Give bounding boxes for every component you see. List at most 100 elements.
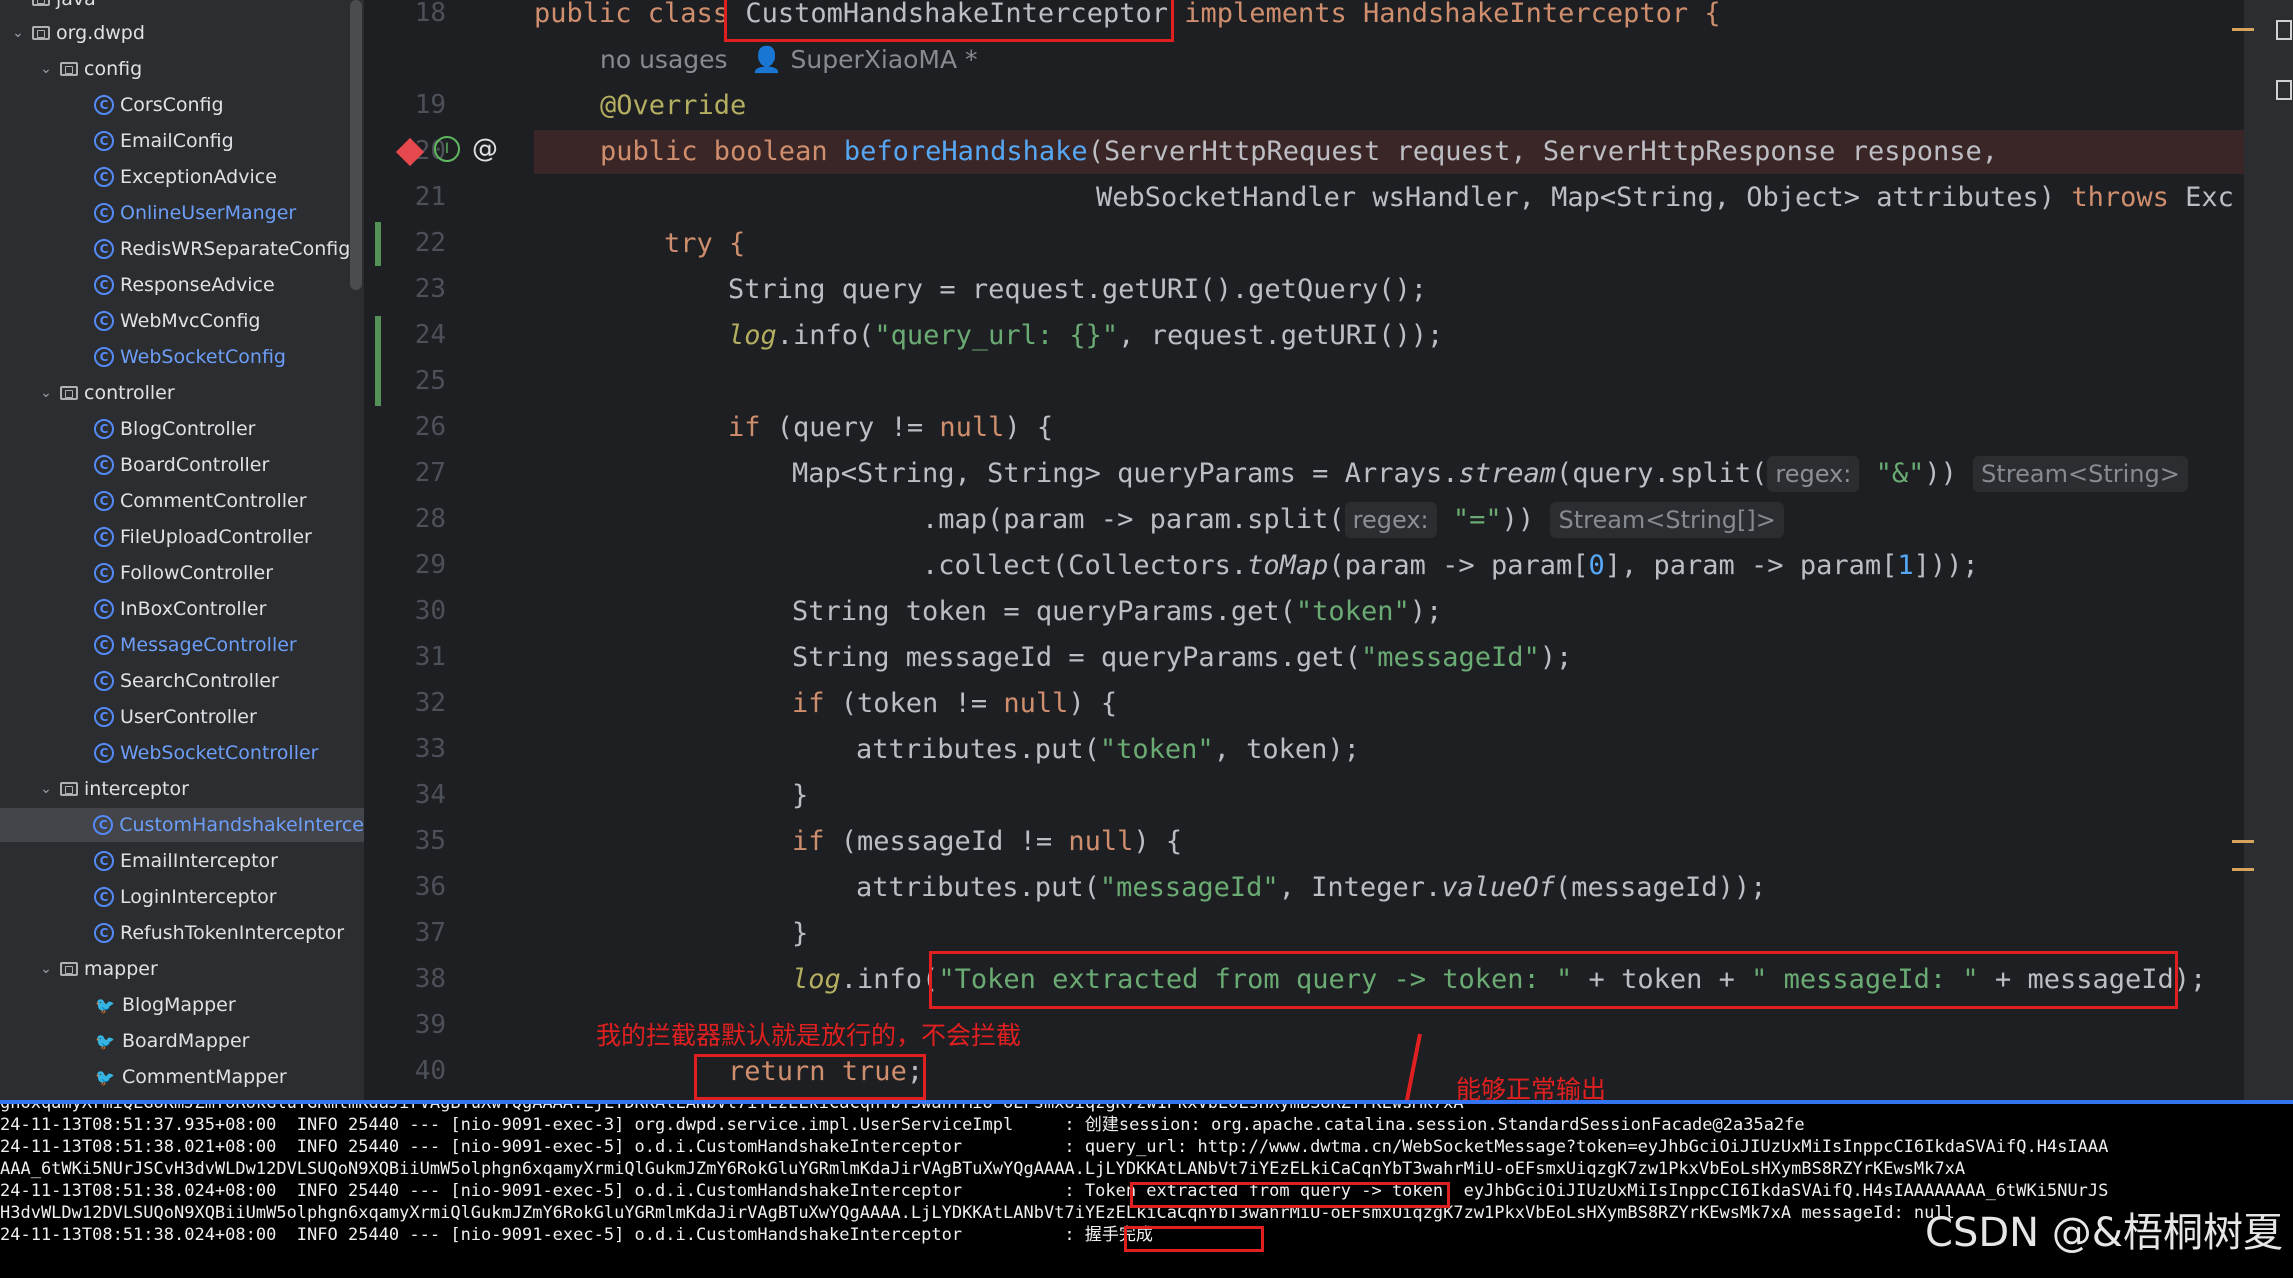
- class-icon: C: [94, 95, 114, 115]
- tree-item[interactable]: C InBoxController: [0, 592, 364, 626]
- tree-item[interactable]: C WebSocketController: [0, 736, 364, 770]
- line-number[interactable]: 23: [384, 274, 446, 304]
- tree-item[interactable]: C CorsConfig: [0, 88, 364, 122]
- tree-item[interactable]: C BoardController: [0, 448, 364, 482]
- watermark: CSDN @&梧桐树夏: [1925, 1210, 2283, 1256]
- tree-item[interactable]: ⌄ config: [0, 52, 364, 86]
- tree-item[interactable]: C WebSocketConfig: [0, 340, 364, 374]
- tree-item-label: controller: [84, 382, 175, 404]
- tree-item[interactable]: C CustomHandshakeInterce: [0, 808, 364, 842]
- chevron-down-icon[interactable]: ⌄: [38, 61, 54, 77]
- code-line-31: String messageId = queryParams.get("mess…: [792, 636, 1572, 680]
- tree-item-label: InBoxController: [120, 598, 267, 620]
- tree-item[interactable]: C WebMvcConfig: [0, 304, 364, 338]
- tree-item-label: EmailInterceptor: [120, 850, 278, 872]
- code-line-19: @Override: [600, 90, 747, 121]
- chevron-down-icon[interactable]: ⌄: [10, 25, 26, 41]
- console-line: gnoxqamyXrmiQLGUKmJZmYoRokGluYGRmlmKdaJi…: [0, 1100, 1464, 1113]
- chevron-down-icon[interactable]: ⌄: [38, 781, 54, 797]
- line-number[interactable]: 21: [384, 182, 446, 212]
- tree-item[interactable]: C EmailConfig: [0, 124, 364, 158]
- chevron-down-icon[interactable]: ⌄: [38, 961, 54, 977]
- tree-item[interactable]: 🐦 CommentMapper: [0, 1060, 364, 1094]
- implements-icon[interactable]: I: [434, 136, 460, 162]
- error-stripe-mark[interactable]: [2232, 28, 2254, 31]
- tree-item[interactable]: C BlogController: [0, 412, 364, 446]
- class-icon: C: [94, 311, 114, 331]
- code-vision-meta[interactable]: no usages 👤 SuperXiaoMA *: [600, 38, 978, 82]
- line-number[interactable]: 39: [384, 1010, 446, 1040]
- tree-item[interactable]: ⌄ interceptor: [0, 772, 364, 806]
- keyword: public class: [534, 0, 746, 29]
- line-number[interactable]: 32: [384, 688, 446, 718]
- tree-item[interactable]: C CommentController: [0, 484, 364, 518]
- code-text: , token);: [1213, 734, 1360, 765]
- tree-item[interactable]: ⌄ controller: [0, 376, 364, 410]
- line-number[interactable]: 26: [384, 412, 446, 442]
- code-text: .info(: [840, 964, 939, 995]
- class-icon: C: [93, 815, 114, 835]
- tree-item[interactable]: 🐦 BoardMapper: [0, 1024, 364, 1058]
- tree-item-label: BoardMapper: [122, 1030, 250, 1052]
- tree-item[interactable]: C SearchController: [0, 664, 364, 698]
- code-text: attributes.put(: [856, 734, 1100, 765]
- class-icon: C: [94, 851, 114, 871]
- code-text: attributes.put(: [856, 872, 1100, 903]
- tree-item[interactable]: ⌄ mapper: [0, 952, 364, 986]
- line-number[interactable]: 33: [384, 734, 446, 764]
- keyword: null: [1068, 826, 1134, 857]
- line-number[interactable]: 30: [384, 596, 446, 626]
- author-hint[interactable]: SuperXiaoMA *: [791, 45, 978, 74]
- chevron-down-icon[interactable]: ⌄: [38, 385, 54, 401]
- tree-item[interactable]: C RedisWRSeparateConfig: [0, 232, 364, 266]
- line-number[interactable]: 27: [384, 458, 446, 488]
- code-text: ) {: [1068, 688, 1118, 719]
- method-name: beforeHandshake: [843, 136, 1088, 167]
- tree-item[interactable]: C FileUploadController: [0, 520, 364, 554]
- line-number[interactable]: 18: [384, 0, 446, 28]
- tree-item[interactable]: C RefushTokenInterceptor: [0, 916, 364, 950]
- tree-item[interactable]: C FollowController: [0, 556, 364, 590]
- tree-item-label: WebSocketConfig: [120, 346, 286, 368]
- code-text: );: [1409, 596, 1443, 627]
- code-editor[interactable]: public class CustomHandshakeInterceptor …: [534, 0, 2234, 1100]
- string-literal: "=": [1452, 504, 1502, 535]
- usages-hint[interactable]: no usages: [600, 45, 728, 74]
- tree-item[interactable]: C UserController: [0, 700, 364, 734]
- line-number[interactable]: 28: [384, 504, 446, 534]
- notifications-icon[interactable]: [2276, 80, 2292, 100]
- error-stripe-mark[interactable]: [2232, 868, 2254, 871]
- package-icon: [32, 26, 50, 40]
- line-number[interactable]: 24: [384, 320, 446, 350]
- code-text: ) {: [1133, 826, 1183, 857]
- tree-item[interactable]: ⌄ org.dwpd: [0, 16, 364, 50]
- line-number[interactable]: 34: [384, 780, 446, 810]
- tree-item[interactable]: C LoginInterceptor: [0, 880, 364, 914]
- implements-clause: implements HandshakeInterceptor {: [1167, 0, 1721, 29]
- keyword: if: [728, 412, 761, 443]
- tree-item[interactable]: 🐦 BlogMapper: [0, 988, 364, 1022]
- line-number[interactable]: 19: [384, 90, 446, 120]
- line-number[interactable]: 35: [384, 826, 446, 856]
- line-number[interactable]: 38: [384, 964, 446, 994]
- line-number[interactable]: 22: [384, 228, 446, 258]
- annotation-box-token-log: [1130, 1182, 1450, 1208]
- tree-item[interactable]: C MessageController: [0, 628, 364, 662]
- line-number[interactable]: 40: [384, 1056, 446, 1086]
- sidebar-scrollbar[interactable]: [350, 0, 362, 290]
- line-number[interactable]: 29: [384, 550, 446, 580]
- tree-item[interactable]: java: [0, 0, 364, 16]
- tree-item[interactable]: C EmailInterceptor: [0, 844, 364, 878]
- line-number[interactable]: 36: [384, 872, 446, 902]
- error-stripe-mark[interactable]: [2232, 840, 2254, 843]
- database-icon[interactable]: [2276, 20, 2292, 40]
- tree-item[interactable]: C ResponseAdvice: [0, 268, 364, 302]
- code-line-35: if (messageId != null) {: [792, 820, 1182, 864]
- line-number[interactable]: 37: [384, 918, 446, 948]
- tree-item[interactable]: C OnlineUserManger: [0, 196, 364, 230]
- at-icon[interactable]: @: [472, 134, 502, 164]
- line-number[interactable]: 31: [384, 642, 446, 672]
- string-literal: "query_url: {}": [874, 320, 1119, 351]
- tree-item[interactable]: C ExceptionAdvice: [0, 160, 364, 194]
- line-number[interactable]: 25: [384, 366, 446, 396]
